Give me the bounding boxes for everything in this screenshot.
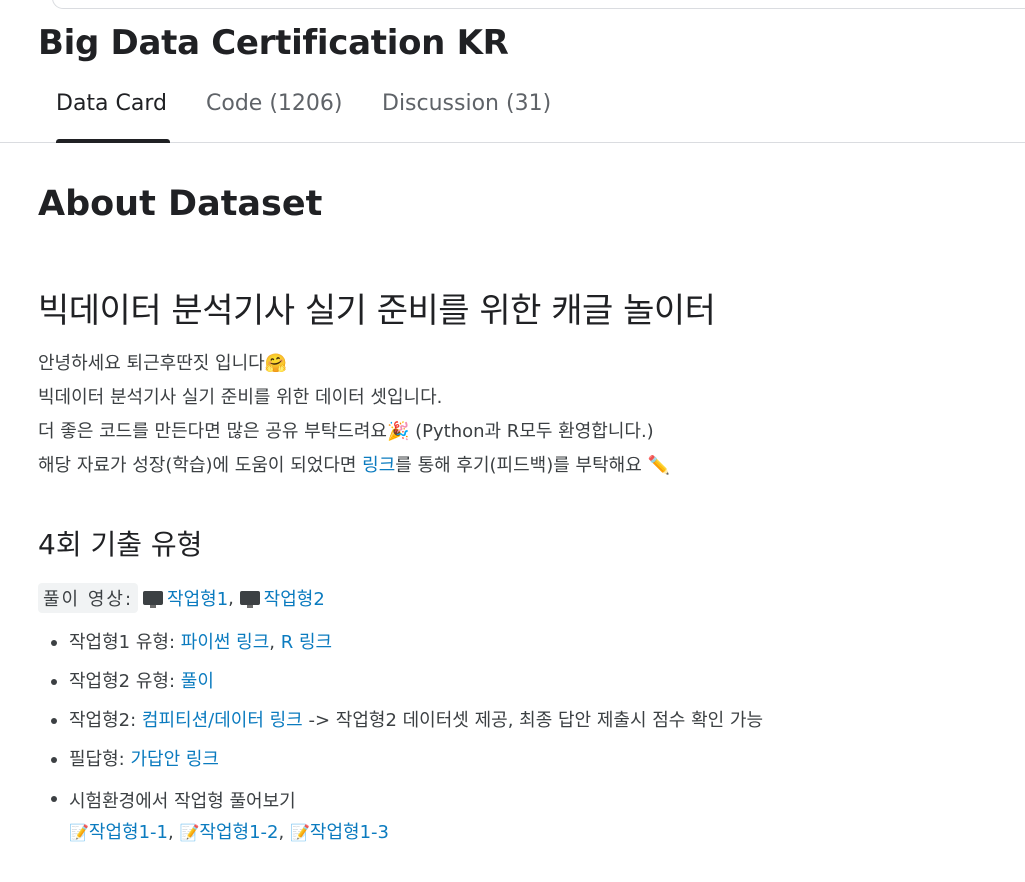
memo-icon: 📝 [179, 823, 200, 842]
r-link[interactable]: R 링크 [281, 632, 332, 653]
tab-data-card[interactable]: Data Card [56, 91, 167, 116]
hugging-face-emoji-icon: 🤗 [264, 353, 288, 374]
list-item: 작업형1 유형: 파이썬 링크, R 링크 [50, 630, 763, 656]
intro-line-4-text-b: 를 통해 후기(피드백)를 부탁해요 [395, 455, 648, 476]
item-5-prefix: 시험환경에서 작업형 풀어보기 [69, 791, 296, 812]
about-heading: About Dataset [38, 184, 323, 224]
intro-line-3: 더 좋은 코드를 만든다면 많은 공유 부탁드려요🎉 (Python과 R모두 … [38, 415, 670, 449]
active-tab-indicator [56, 139, 170, 143]
exam4-heading: 4회 기출 유형 [38, 528, 203, 561]
item-3-suffix: -> 작업형2 데이터셋 제공, 최종 답안 제출시 점수 확인 가능 [302, 710, 764, 731]
practice-link-1-1[interactable]: 작업형1-1 [89, 822, 168, 843]
list-item: 작업형2: 컴피티션/데이터 링크 -> 작업형2 데이터셋 제공, 최종 답안… [50, 708, 764, 734]
party-popper-emoji-icon: 🎉 [386, 421, 410, 442]
memo-icon: 📝 [69, 823, 89, 842]
list-item: 시험환경에서 작업형 풀어보기 📝작업형1-1, 📝작업형1-2, 📝작업형1-… [50, 786, 763, 848]
pencil-emoji-icon: ✏️ [647, 455, 670, 476]
list-item: 작업형2 유형: 풀이 [50, 669, 763, 695]
item-1-prefix: 작업형1 유형: [69, 632, 181, 653]
item-1-separator: , [269, 632, 276, 653]
tentative-answer-link[interactable]: 가답안 링크 [130, 749, 219, 770]
list-item: 필답형: 가답안 링크 [50, 747, 763, 773]
intro-line-4-text-a: 해당 자료가 성장(학습)에 도움이 되었다면 [38, 455, 363, 476]
video-row: 풀이 영상: 작업형1, 작업형2 [38, 583, 325, 613]
intro-line-3-text-a: 더 좋은 코드를 만든다면 많은 공유 부탁드려요 [38, 421, 387, 442]
memo-icon: 📝 [289, 823, 310, 842]
tab-bar: Data Card Code (1206) Discussion (31) [0, 80, 1025, 143]
intro-line-4: 해당 자료가 성장(학습)에 도움이 되었다면 링크를 통해 후기(피드백)를 … [38, 449, 670, 483]
intro-line-1: 안녕하세요 퇴근후딴짓 입니다🤗 [38, 347, 670, 381]
video-separator: , [228, 587, 234, 609]
item-3-prefix: 작업형2: [69, 710, 142, 731]
practice-link-1-2[interactable]: 작업형1-2 [199, 822, 278, 843]
practice-link-1-3[interactable]: 작업형1-3 [310, 822, 389, 843]
video-link-task2[interactable]: 작업형2 [264, 585, 325, 611]
monitor-icon [239, 591, 260, 608]
video-label-chip: 풀이 영상: [38, 583, 139, 613]
item-5-separator-1: , [168, 822, 174, 843]
item-4-prefix: 필답형: [69, 749, 131, 770]
python-link[interactable]: 파이썬 링크 [181, 632, 270, 653]
page-title: Big Data Certification KR [38, 23, 509, 63]
intro-line-2: 빅데이터 분석기사 실기 준비를 위한 데이터 셋입니다. [38, 387, 443, 408]
exam4-task-list: 작업형1 유형: 파이썬 링크, R 링크 작업형2 유형: 풀이 작업형2: … [38, 630, 763, 861]
intro-paragraph: 안녕하세요 퇴근후딴짓 입니다🤗 빅데이터 분석기사 실기 준비를 위한 데이터… [38, 347, 670, 483]
competition-data-link[interactable]: 컴피티션/데이터 링크 [142, 710, 303, 731]
feedback-link[interactable]: 링크 [362, 455, 395, 476]
solution-link[interactable]: 풀이 [181, 671, 214, 692]
intro-line-3-text-b: (Python과 R모두 환영합니다.) [409, 421, 654, 442]
search-bar-edge [52, 0, 1025, 9]
tab-code[interactable]: Code (1206) [206, 91, 342, 116]
video-link-task1[interactable]: 작업형1 [167, 585, 228, 611]
intro-line-1-text: 안녕하세요 퇴근후딴짓 입니다 [38, 353, 265, 374]
monitor-icon [143, 591, 164, 608]
item-5-separator-2: , [278, 822, 285, 843]
main-heading: 빅데이터 분석기사 실기 준비를 위한 캐글 놀이터 [38, 291, 716, 331]
tab-discussion[interactable]: Discussion (31) [382, 91, 551, 116]
item-2-prefix: 작업형2 유형: [69, 671, 181, 692]
